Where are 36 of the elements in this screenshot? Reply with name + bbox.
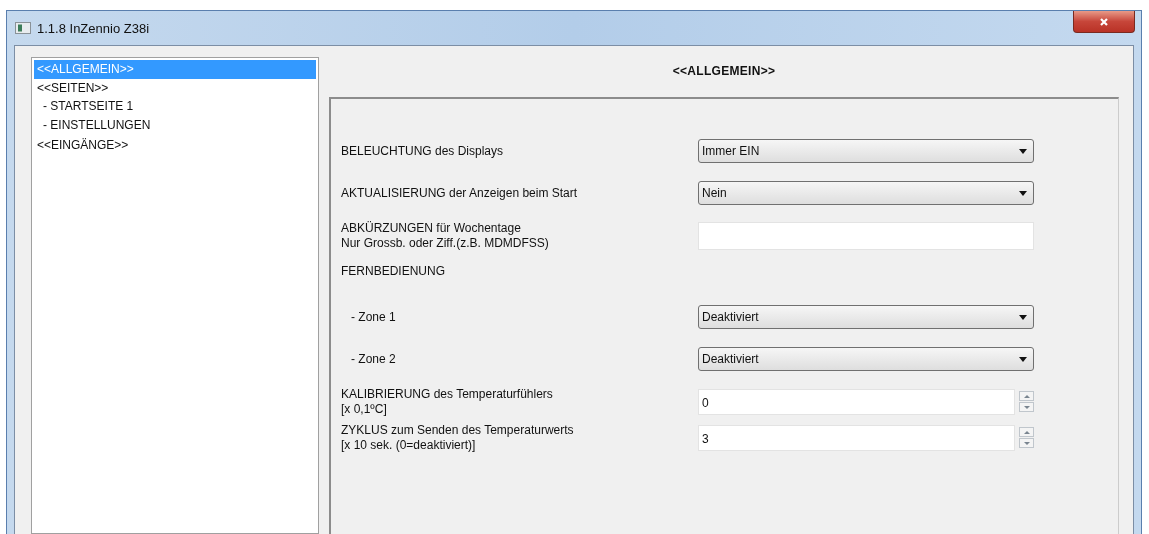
sidebar-item[interactable]: <<EINGÄNGE>> [34,136,316,155]
number-field[interactable]: 3 [698,425,1015,451]
panel-title: <<ALLGEMEIN>> [671,63,777,80]
spin-up-button[interactable] [1019,391,1034,401]
window-title: 1.1.8 InZennio Z38i [37,20,150,36]
field-label: - Zone 2 [350,351,397,367]
caret-icon [1019,356,1027,362]
caret-icon [1019,148,1027,154]
sidebar-item[interactable]: <<SEITEN>> [34,79,316,98]
down-arrow-icon [1022,403,1031,411]
spin-down-button[interactable] [1019,438,1034,448]
field-label: ABKÜRZUNGEN für Wochentage Nur Grossb. oder Ziff.(z.B. MDMDFSS) [341,221,550,251]
number-field[interactable]: 0 [698,389,1015,415]
field-label: ZYKLUS zum Senden des Temperaturwerts [x 10 sek. (0=deaktiviert)] [341,423,575,453]
sidebar-item[interactable]: - EINSTELLUNGEN [34,117,316,136]
caret-icon [1019,190,1027,196]
app-icon [15,22,31,34]
up-arrow-icon [1022,428,1031,436]
up-arrow-icon [1022,392,1031,400]
down-arrow-icon [1022,439,1031,447]
dropdown[interactable]: Deaktiviert [698,347,1034,371]
section-heading: FERNBEDIENUNG [341,263,446,279]
field-label: - Zone 1 [350,309,397,325]
field-label: KALIBRIERUNG des Temperaturfühlers [x 0,1ºC] [341,387,554,417]
dropdown[interactable]: Nein [698,181,1034,205]
field-label: BELEUCHTUNG des Displays [341,143,505,159]
dropdown[interactable]: Immer EIN [698,139,1034,163]
sidebar-item[interactable]: - STARTSEITE 1 [34,98,316,117]
spin-down-button[interactable] [1019,402,1034,412]
dropdown[interactable]: Deaktiviert [698,305,1034,329]
close-icon [1099,16,1109,27]
spin-up-button[interactable] [1019,427,1034,437]
text-field[interactable] [698,222,1034,250]
caret-icon [1019,314,1027,320]
field-label: AKTUALISIERUNG der Anzeigen beim Start [341,185,579,201]
close-button[interactable] [1073,11,1135,33]
